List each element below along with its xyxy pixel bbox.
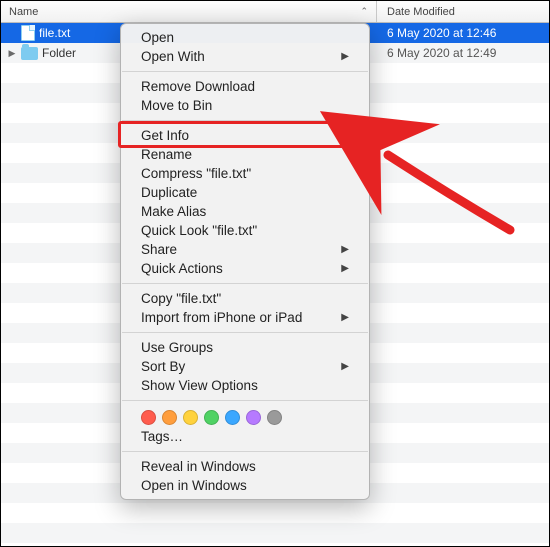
menu-open[interactable]: Open xyxy=(121,28,369,47)
menu-show-view-options[interactable]: Show View Options xyxy=(121,376,369,395)
menu-make-alias[interactable]: Make Alias xyxy=(121,202,369,221)
menu-share[interactable]: Share ▶ xyxy=(121,240,369,259)
disclosure-triangle-icon[interactable]: ▶ xyxy=(7,48,17,59)
menu-label: Share xyxy=(141,242,177,257)
submenu-arrow-icon: ▶ xyxy=(341,312,349,323)
tag-color-dot[interactable] xyxy=(267,410,282,425)
menu-sort-by[interactable]: Sort By ▶ xyxy=(121,357,369,376)
menu-label: Move to Bin xyxy=(141,98,212,113)
menu-copy[interactable]: Copy "file.txt" xyxy=(121,289,369,308)
tag-color-dot[interactable] xyxy=(225,410,240,425)
sort-caret-icon: ⌃ xyxy=(360,6,368,17)
tag-color-dot[interactable] xyxy=(141,410,156,425)
menu-label: Open With xyxy=(141,49,205,64)
menu-label: Quick Look "file.txt" xyxy=(141,223,257,238)
menu-use-groups[interactable]: Use Groups xyxy=(121,338,369,357)
tag-color-dot[interactable] xyxy=(183,410,198,425)
menu-rename[interactable]: Rename xyxy=(121,145,369,164)
menu-label: Remove Download xyxy=(141,79,255,94)
tag-color-dot[interactable] xyxy=(162,410,177,425)
column-name-label: Name xyxy=(9,6,38,18)
menu-open-with[interactable]: Open With ▶ xyxy=(121,47,369,66)
menu-tags-colors xyxy=(121,406,369,427)
menu-label: Sort By xyxy=(141,359,185,374)
folder-icon xyxy=(21,47,38,60)
menu-label: Rename xyxy=(141,147,192,162)
menu-separator xyxy=(122,283,368,284)
column-date-label: Date Modified xyxy=(387,6,455,18)
file-name: file.txt xyxy=(39,26,70,40)
menu-separator xyxy=(122,400,368,401)
menu-label: Make Alias xyxy=(141,204,206,219)
context-menu: Open Open With ▶ Remove Download Move to … xyxy=(120,23,370,500)
empty-row xyxy=(1,503,549,523)
menu-label: Compress "file.txt" xyxy=(141,166,251,181)
menu-label: Duplicate xyxy=(141,185,197,200)
menu-quick-look[interactable]: Quick Look "file.txt" xyxy=(121,221,369,240)
menu-label: Open xyxy=(141,30,174,45)
menu-label: Get Info xyxy=(141,128,189,143)
menu-remove-download[interactable]: Remove Download xyxy=(121,77,369,96)
file-date: 6 May 2020 at 12:46 xyxy=(377,26,549,40)
menu-label: Show View Options xyxy=(141,378,258,393)
submenu-arrow-icon: ▶ xyxy=(341,244,349,255)
file-icon xyxy=(21,25,35,41)
empty-row xyxy=(1,523,549,543)
menu-move-to-bin[interactable]: Move to Bin xyxy=(121,96,369,115)
menu-quick-actions[interactable]: Quick Actions ▶ xyxy=(121,259,369,278)
menu-label: Reveal in Windows xyxy=(141,459,256,474)
menu-reveal-in-windows[interactable]: Reveal in Windows xyxy=(121,457,369,476)
folder-date: 6 May 2020 at 12:49 xyxy=(377,46,549,60)
menu-compress[interactable]: Compress "file.txt" xyxy=(121,164,369,183)
tag-color-dot[interactable] xyxy=(246,410,261,425)
folder-name: Folder xyxy=(42,46,76,60)
tag-color-dot[interactable] xyxy=(204,410,219,425)
menu-separator xyxy=(122,451,368,452)
menu-label: Copy "file.txt" xyxy=(141,291,221,306)
menu-label: Quick Actions xyxy=(141,261,223,276)
menu-separator xyxy=(122,332,368,333)
menu-open-in-windows[interactable]: Open in Windows xyxy=(121,476,369,495)
menu-duplicate[interactable]: Duplicate xyxy=(121,183,369,202)
menu-label: Tags… xyxy=(141,429,183,444)
menu-tags[interactable]: Tags… xyxy=(121,427,369,446)
submenu-arrow-icon: ▶ xyxy=(341,361,349,372)
menu-import[interactable]: Import from iPhone or iPad ▶ xyxy=(121,308,369,327)
submenu-arrow-icon: ▶ xyxy=(341,263,349,274)
menu-separator xyxy=(122,71,368,72)
column-header: Name ⌃ Date Modified xyxy=(1,1,549,23)
column-date-modified[interactable]: Date Modified xyxy=(377,1,549,22)
menu-separator xyxy=(122,120,368,121)
submenu-arrow-icon: ▶ xyxy=(341,51,349,62)
menu-label: Open in Windows xyxy=(141,478,247,493)
menu-label: Use Groups xyxy=(141,340,213,355)
menu-get-info[interactable]: Get Info xyxy=(121,126,369,145)
column-name[interactable]: Name ⌃ xyxy=(1,1,377,22)
menu-label: Import from iPhone or iPad xyxy=(141,310,302,325)
